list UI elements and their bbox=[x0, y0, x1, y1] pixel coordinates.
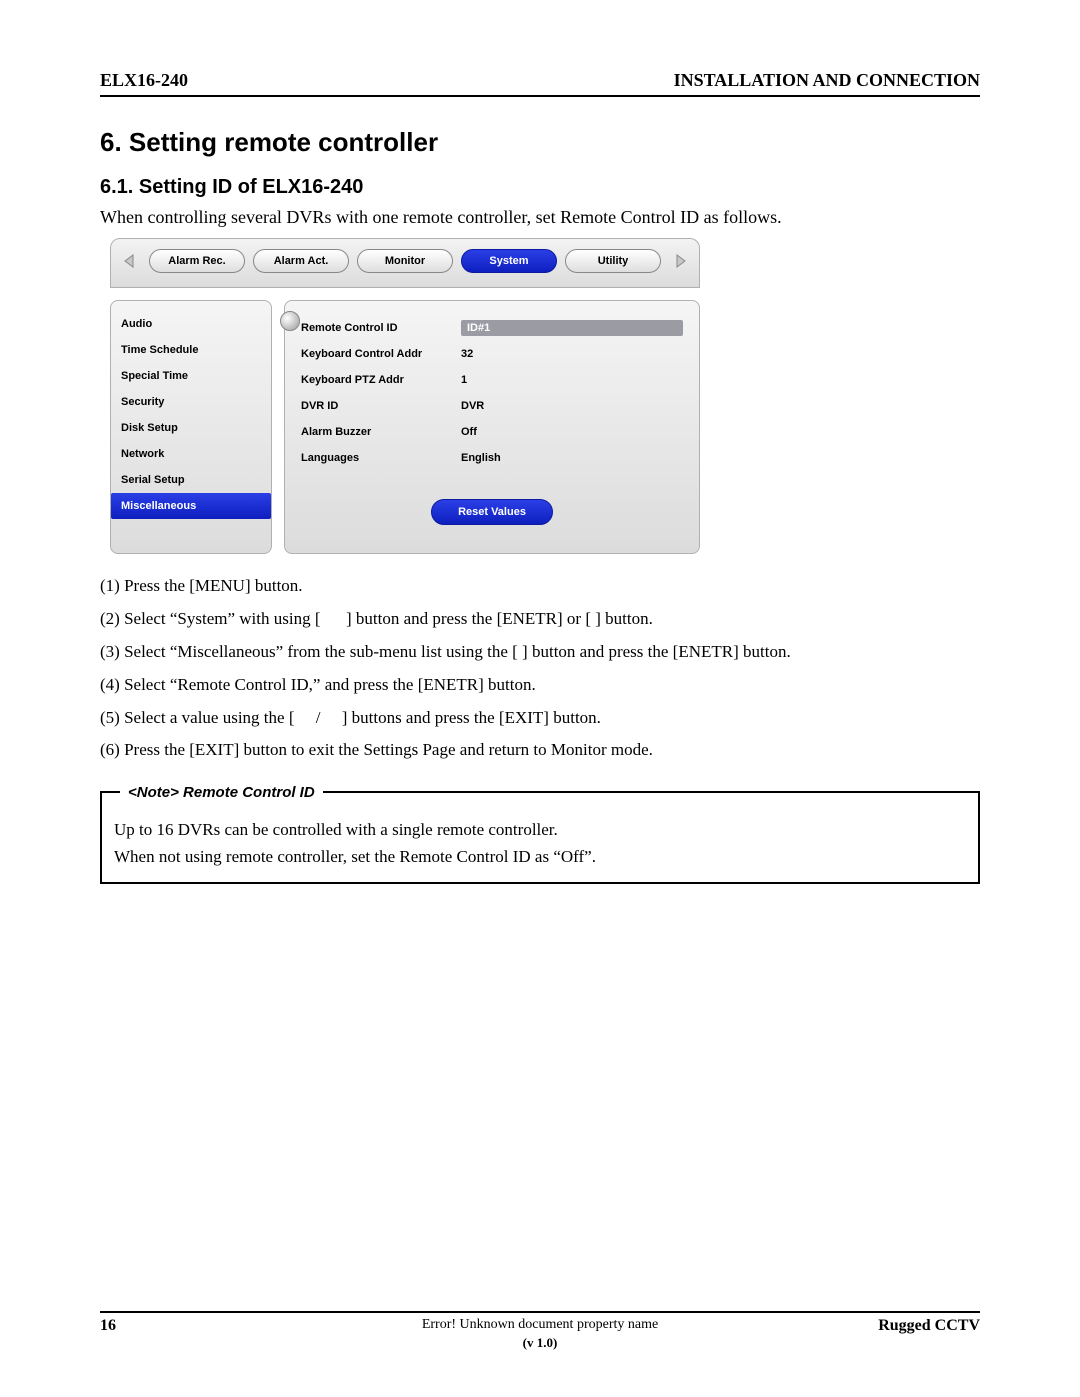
sidebar-item-network[interactable]: Network bbox=[111, 441, 271, 467]
field-value: Off bbox=[461, 426, 683, 438]
field-label: Keyboard Control Addr bbox=[301, 348, 461, 360]
sidebar-item-miscellaneous[interactable]: Miscellaneous bbox=[111, 493, 271, 519]
field-value: 32 bbox=[461, 348, 683, 360]
sidebar-item-label: Miscellaneous bbox=[121, 500, 196, 512]
sidebar-item-label: Time Schedule bbox=[121, 344, 198, 356]
tab-label: System bbox=[489, 255, 528, 267]
field-label: Alarm Buzzer bbox=[301, 426, 461, 438]
sidebar-item-time-schedule[interactable]: Time Schedule bbox=[111, 337, 271, 363]
header-rule bbox=[100, 95, 980, 97]
step-5: (5) Select a value using the [ / ] butto… bbox=[100, 704, 980, 733]
field-label: Keyboard PTZ Addr bbox=[301, 374, 461, 386]
sidebar-item-special-time[interactable]: Special Time bbox=[111, 363, 271, 389]
sidebar-item-label: Disk Setup bbox=[121, 422, 178, 434]
tab-label: Monitor bbox=[385, 255, 425, 267]
section-intro: When controlling several DVRs with one r… bbox=[100, 207, 980, 228]
step-3: (3) Select “Miscellaneous” from the sub-… bbox=[100, 638, 980, 667]
instruction-steps: (1) Press the [MENU] button. (2) Select … bbox=[100, 572, 980, 765]
field-label: Remote Control ID bbox=[301, 322, 461, 334]
field-keyboard-control-addr[interactable]: Keyboard Control Addr 32 bbox=[301, 341, 683, 367]
sidebar-item-label: Audio bbox=[121, 318, 152, 330]
nav-left-icon[interactable] bbox=[119, 250, 141, 272]
reset-values-label: Reset Values bbox=[458, 506, 526, 518]
field-alarm-buzzer[interactable]: Alarm Buzzer Off bbox=[301, 419, 683, 445]
tab-alarm-rec[interactable]: Alarm Rec. bbox=[149, 249, 245, 273]
header-right: INSTALLATION AND CONNECTION bbox=[674, 70, 980, 91]
page-footer: 16 Error! Unknown document property name… bbox=[100, 1311, 980, 1351]
sidebar-item-disk-setup[interactable]: Disk Setup bbox=[111, 415, 271, 441]
sidebar: Audio Time Schedule Special Time Securit… bbox=[110, 300, 272, 554]
field-value: ID#1 bbox=[461, 320, 683, 336]
step-2: (2) Select “System” with using [ ] butto… bbox=[100, 605, 980, 634]
field-label: Languages bbox=[301, 452, 461, 464]
field-dvr-id[interactable]: DVR ID DVR bbox=[301, 393, 683, 419]
field-languages[interactable]: Languages English bbox=[301, 445, 683, 471]
footer-rule bbox=[100, 1311, 980, 1313]
step-6: (6) Press the [EXIT] button to exit the … bbox=[100, 736, 980, 765]
sidebar-item-label: Network bbox=[121, 448, 164, 460]
header-left: ELX16-240 bbox=[100, 70, 188, 91]
step-4: (4) Select “Remote Control ID,” and pres… bbox=[100, 671, 980, 700]
sidebar-item-serial-setup[interactable]: Serial Setup bbox=[111, 467, 271, 493]
tab-alarm-act[interactable]: Alarm Act. bbox=[253, 249, 349, 273]
field-value: English bbox=[461, 452, 683, 464]
reset-values-button[interactable]: Reset Values bbox=[431, 499, 553, 525]
note-label: <Note> Remote Control ID bbox=[120, 781, 323, 804]
tab-utility[interactable]: Utility bbox=[565, 249, 661, 273]
note-text-1: Up to 16 DVRs can be controlled with a s… bbox=[114, 817, 966, 843]
settings-panel: Remote Control ID ID#1 Keyboard Control … bbox=[284, 300, 700, 554]
tab-label: Utility bbox=[598, 255, 629, 267]
field-keyboard-ptz-addr[interactable]: Keyboard PTZ Addr 1 bbox=[301, 367, 683, 393]
sidebar-item-label: Security bbox=[121, 396, 164, 408]
footer-brand: Rugged CCTV bbox=[878, 1317, 980, 1335]
field-value: DVR bbox=[461, 400, 683, 412]
tab-label: Alarm Act. bbox=[274, 255, 329, 267]
footer-center-text: Error! Unknown document property name bbox=[100, 1317, 980, 1333]
note-box: <Note> Remote Control ID Up to 16 DVRs c… bbox=[100, 791, 980, 884]
scroll-thumb-icon[interactable] bbox=[280, 311, 300, 331]
tab-system[interactable]: System bbox=[461, 249, 557, 273]
note-text-2: When not using remote controller, set th… bbox=[114, 844, 966, 870]
step-1: (1) Press the [MENU] button. bbox=[100, 572, 980, 601]
page-header: ELX16-240 INSTALLATION AND CONNECTION bbox=[100, 70, 980, 91]
tab-label: Alarm Rec. bbox=[168, 255, 225, 267]
sidebar-item-audio[interactable]: Audio bbox=[111, 311, 271, 337]
field-remote-control-id[interactable]: Remote Control ID ID#1 bbox=[301, 315, 683, 341]
tab-bar: Alarm Rec. Alarm Act. Monitor System Uti… bbox=[110, 238, 700, 288]
sidebar-item-label: Serial Setup bbox=[121, 474, 185, 486]
section-title: 6. Setting remote controller bbox=[100, 127, 980, 158]
field-label: DVR ID bbox=[301, 400, 461, 412]
section-subtitle: 6.1. Setting ID of ELX16-240 bbox=[100, 176, 980, 199]
field-value: 1 bbox=[461, 374, 683, 386]
footer-version: (v 1.0) bbox=[100, 1335, 980, 1351]
dvr-settings-figure: Alarm Rec. Alarm Act. Monitor System Uti… bbox=[110, 238, 700, 554]
tab-monitor[interactable]: Monitor bbox=[357, 249, 453, 273]
nav-right-icon[interactable] bbox=[669, 250, 691, 272]
page: ELX16-240 INSTALLATION AND CONNECTION 6.… bbox=[0, 0, 1080, 1397]
sidebar-item-security[interactable]: Security bbox=[111, 389, 271, 415]
sidebar-item-label: Special Time bbox=[121, 370, 188, 382]
